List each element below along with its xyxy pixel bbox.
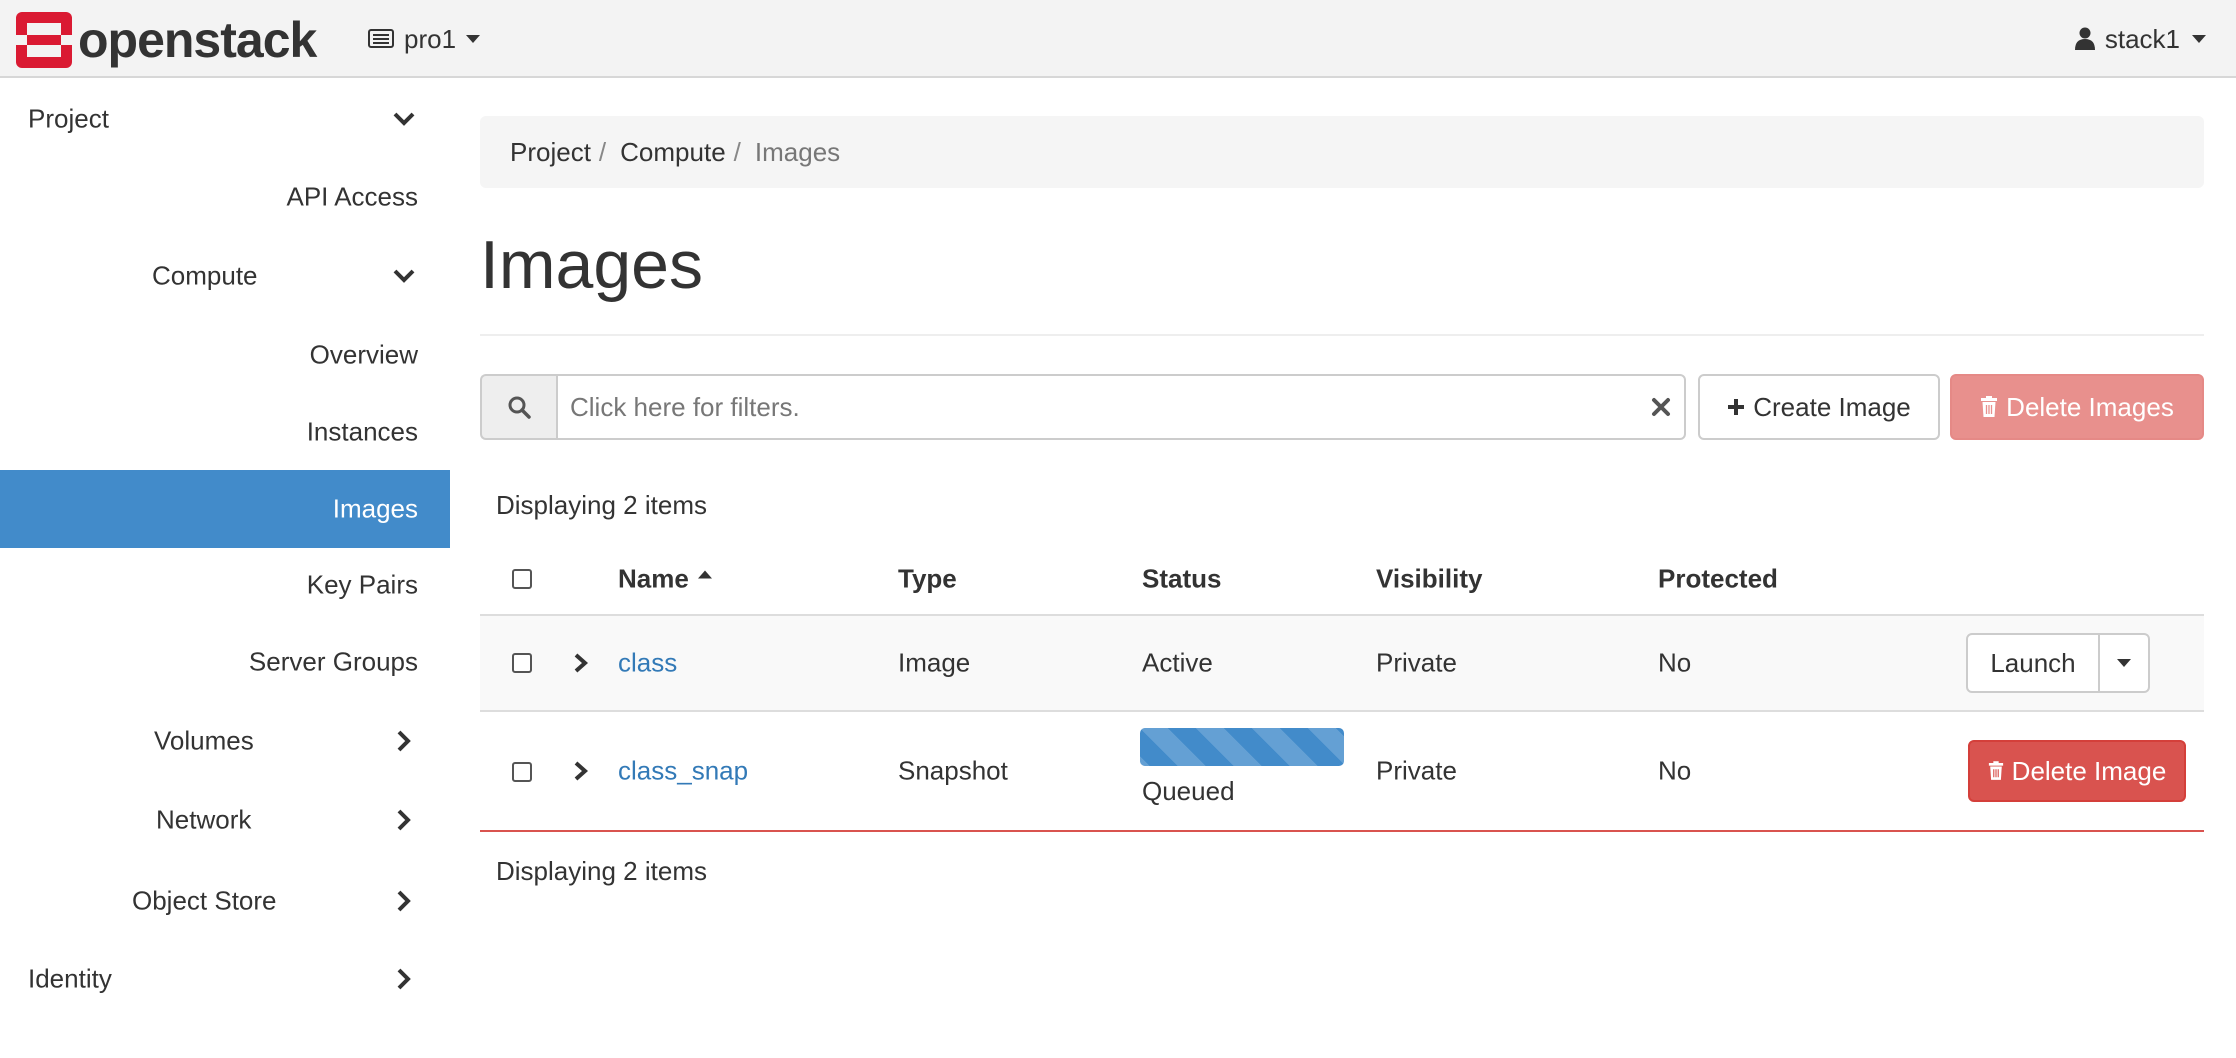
row-checkbox[interactable] (512, 653, 532, 673)
chevron-right-icon[interactable] (572, 760, 590, 782)
openstack-logo-icon (16, 12, 72, 68)
sidebar-item-label: Compute (152, 260, 258, 291)
image-type: Image (898, 647, 971, 678)
breadcrumb-current: Images (754, 136, 841, 167)
status-progress-fill (1140, 728, 1344, 766)
delete-image-button[interactable]: Delete Image (1968, 740, 2186, 802)
brand-text: openstack (78, 12, 317, 68)
sidebar-item-volumes[interactable]: Volumes (0, 702, 450, 780)
sort-asc-icon (697, 570, 712, 578)
delete-images-button[interactable]: Delete Images (1950, 374, 2204, 440)
sidebar-item-label: API Access (286, 181, 419, 212)
table-row: class Image Active Private No Launch (480, 614, 2204, 710)
brand-logo[interactable]: openstack (16, 12, 317, 68)
create-image-label: Create Image (1753, 391, 1911, 422)
table-header: Name Type Status Visibility Protected (480, 544, 2204, 614)
sidebar-item-instances[interactable]: Instances (0, 393, 450, 471)
row-checkbox[interactable] (512, 762, 532, 782)
delete-image-label: Delete Image (2011, 755, 2167, 786)
status-progress-bar (1140, 728, 1344, 766)
chevron-down-icon (393, 112, 415, 126)
breadcrumb-compute[interactable]: Compute (620, 137, 726, 168)
image-status: Active (1142, 647, 1213, 678)
sidebar-item-api-access[interactable]: API Access (0, 158, 450, 236)
breadcrumb-separator: / (598, 136, 607, 167)
image-visibility: Private (1376, 755, 1457, 786)
breadcrumb-project[interactable]: Project (510, 137, 591, 168)
items-count-top: Displaying 2 items (496, 490, 707, 520)
plus-icon (1728, 399, 1745, 415)
image-protected: No (1658, 755, 1692, 786)
project-switcher[interactable]: pro1 (368, 20, 481, 58)
trash-icon (1988, 761, 2003, 780)
trash-icon (1981, 396, 1998, 417)
sidebar-item-overview[interactable]: Overview (0, 316, 450, 394)
image-type: Snapshot (898, 755, 1008, 786)
column-header-protected: Protected (1658, 563, 1778, 594)
sidebar-item-images[interactable]: Images (0, 470, 450, 548)
image-protected: No (1658, 647, 1692, 678)
column-header-label: Name (618, 563, 689, 594)
page-title: Images (480, 227, 703, 303)
create-image-button[interactable]: Create Image (1698, 374, 1940, 440)
chevron-right-icon (397, 890, 411, 912)
sidebar-item-key-pairs[interactable]: Key Pairs (0, 546, 450, 624)
column-header-name[interactable]: Name (618, 564, 713, 595)
user-menu-label: stack1 (2104, 23, 2180, 54)
chevron-right-icon (397, 968, 411, 990)
sidebar-item-label: Project (28, 103, 109, 134)
search-icon (508, 396, 531, 419)
sidebar-item-label: Overview (309, 339, 418, 370)
sidebar-item-object-store[interactable]: Object Store (0, 862, 450, 940)
user-icon (2074, 27, 2095, 50)
sidebar-item-label: Instances (306, 416, 418, 447)
select-all-checkbox[interactable] (512, 569, 532, 589)
breadcrumb: Project / Compute / Images (480, 116, 2204, 188)
caret-down-icon (466, 35, 481, 43)
sidebar-item-label: Volumes (154, 725, 254, 756)
sidebar-item-server-groups[interactable]: Server Groups (0, 623, 450, 701)
caret-down-icon (2117, 659, 2131, 667)
sidebar-item-identity[interactable]: Identity (0, 940, 450, 1018)
column-header-type: Type (898, 563, 957, 594)
column-header-visibility: Visibility (1376, 563, 1483, 594)
launch-button[interactable]: Launch (1966, 633, 2100, 693)
items-count-bottom: Displaying 2 items (496, 856, 707, 886)
server-icon (368, 29, 394, 48)
chevron-right-icon (397, 809, 411, 831)
chevron-right-icon[interactable] (572, 652, 590, 674)
sidebar-item-label: Server Groups (248, 646, 418, 677)
sidebar-item-label: Object Store (132, 885, 277, 916)
project-switcher-label: pro1 (404, 23, 457, 54)
sidebar: Project API Access Compute Overview Inst… (0, 80, 450, 1058)
sidebar-item-compute[interactable]: Compute (0, 237, 450, 315)
caret-down-icon (2192, 35, 2206, 43)
clear-filter-icon[interactable] (1650, 396, 1672, 418)
user-menu[interactable]: stack1 (2074, 20, 2206, 58)
breadcrumb-separator: / (733, 136, 741, 167)
row-actions: Launch (1966, 633, 2150, 693)
top-navbar: openstack pro1 stack1 (0, 0, 2236, 78)
divider (480, 334, 2204, 336)
sidebar-item-project[interactable]: Project (0, 80, 450, 158)
image-name-link[interactable]: class (618, 648, 677, 679)
image-name-link[interactable]: class_snap (618, 756, 748, 787)
delete-images-label: Delete Images (2006, 391, 2174, 422)
sidebar-item-label: Identity (28, 963, 112, 994)
actions-dropdown-button[interactable] (2100, 633, 2150, 693)
chevron-down-icon (393, 269, 415, 283)
image-status: Queued (1142, 776, 1235, 806)
table-row: class_snap Snapshot Queued Private No De… (480, 710, 2204, 832)
sidebar-item-label: Images (332, 493, 418, 524)
chevron-right-icon (397, 730, 411, 752)
column-header-status: Status (1142, 563, 1222, 594)
image-visibility: Private (1376, 647, 1457, 678)
search-icon-addon (480, 374, 556, 440)
sidebar-item-label: Key Pairs (306, 569, 418, 600)
sidebar-item-network[interactable]: Network (0, 781, 450, 859)
filter-group (480, 374, 1686, 440)
sidebar-item-label: Network (156, 804, 252, 835)
filter-input[interactable] (556, 374, 1686, 440)
